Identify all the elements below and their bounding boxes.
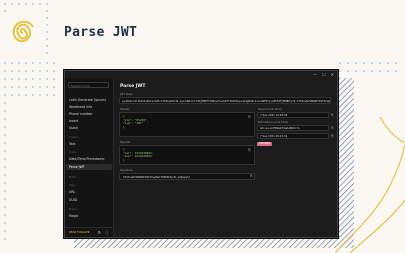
- sidebar-item[interactable]: Text: [69, 142, 75, 146]
- copy-icon[interactable]: ⎘: [248, 115, 252, 119]
- signature-value: SflKxwRJSMeKKF2QT4fwpMeJf36POk6yJV_adQss…: [119, 173, 255, 180]
- yellow-wave-decoration: [334, 116, 405, 253]
- gear-icon[interactable]: ⚙: [97, 230, 101, 235]
- sidebar-item[interactable]: Wordhead info: [69, 105, 92, 109]
- jwt-label: JWT token: [120, 93, 133, 96]
- search-input[interactable]: Search tools: [68, 82, 109, 88]
- minimize-button[interactable]: —: [313, 72, 317, 77]
- copy-icon[interactable]: ⎘: [331, 134, 335, 138]
- header-label: Header: [120, 108, 130, 111]
- sidebar-category: Magic: [69, 208, 78, 211]
- info-icon[interactable]: ⓘ: [105, 230, 109, 236]
- hero-title: Parse JWT: [64, 25, 138, 40]
- sidebar-item[interactable]: Magic: [69, 214, 78, 218]
- copy-icon[interactable]: ⎘: [331, 113, 335, 117]
- close-button[interactable]: ✕: [331, 72, 334, 77]
- sidebar-item[interactable]: Latin Generate (ipsum): [69, 98, 106, 102]
- sidebar: Search tools Latin Generate (ipsum) Word…: [65, 78, 114, 237]
- sidebar-category: Web: [69, 184, 76, 187]
- issued-label: Issued (Unix time): [258, 108, 282, 111]
- copy-icon[interactable]: ⎘: [250, 174, 254, 178]
- sidebar-item[interactable]: Quick: [69, 126, 78, 130]
- jwt-input[interactable]: eyJhbGciOiJIUzI1NiIsInR5cCI6IkpXVCJ9.eyJ…: [119, 97, 331, 104]
- json-line: }: [123, 157, 125, 162]
- issued-field: 7 Sep 2021 10:48:38: [257, 112, 329, 118]
- sidebar-item[interactable]: UUID: [69, 198, 77, 202]
- page-title: Parse JWT: [120, 84, 146, 89]
- copy-icon[interactable]: ⎘: [331, 126, 335, 130]
- header-json: { "alg": "HS256", "typ": "JWT" } ⎘: [119, 112, 255, 137]
- main-panel: Parse JWT JWT token eyJhbGciOiJIUzI1NiIs…: [114, 78, 337, 237]
- sidebar-category: Viewer: [69, 136, 80, 139]
- sidebar-item[interactable]: Phone number: [69, 112, 92, 116]
- issued-value: 7 Sep 2021 10:48:38: [260, 114, 288, 117]
- maximize-button[interactable]: ☐: [322, 72, 326, 77]
- dot-grid-left: [4, 62, 55, 240]
- signature-label: Signature: [120, 169, 133, 172]
- copy-icon[interactable]: ⎘: [248, 148, 252, 152]
- sidebar-category: Math: [69, 176, 77, 179]
- jti-field: bdc-ae-sc2f80eb79a0a800c7e: [257, 125, 329, 131]
- sidebar-item[interactable]: Insert: [69, 119, 78, 123]
- footer-label: DEAR TOGGLER: [69, 231, 90, 234]
- title-bar: — ☐ ✕: [65, 71, 337, 78]
- sidebar-item[interactable]: URL: [69, 190, 75, 194]
- sidebar-footer: DEAR TOGGLER ⚙ ⓘ: [65, 227, 113, 237]
- sidebar-item-active[interactable]: Parse JWT: [69, 165, 85, 169]
- jti-value: bdc-ae-sc2f80eb79a0a800c7e: [260, 127, 300, 130]
- expires-value: 7 Sep 2021 09:43:32: [260, 135, 288, 138]
- status-badge: EXPIRED: [257, 142, 273, 146]
- signature-text: SflKxwRJSMeKKF2QT4fwpMeJf36POk6yJV_adQss…: [123, 175, 191, 179]
- app-window: — ☐ ✕ Search tools Latin Generate (ipsum…: [64, 70, 338, 238]
- json-line: }: [123, 124, 125, 129]
- sidebar-category: Date: [69, 151, 76, 154]
- payload-label: Payload: [120, 141, 131, 144]
- expires-label: Not before (Local time): [258, 121, 288, 124]
- expires-field: 7 Sep 2021 09:43:32: [257, 133, 329, 139]
- dot-grid-top: [4, 3, 48, 54]
- sidebar-item[interactable]: Date/Time/Timestamp: [69, 157, 104, 161]
- payload-json: { "iat": 1516239022, "exp": 1516239022 }…: [119, 145, 255, 165]
